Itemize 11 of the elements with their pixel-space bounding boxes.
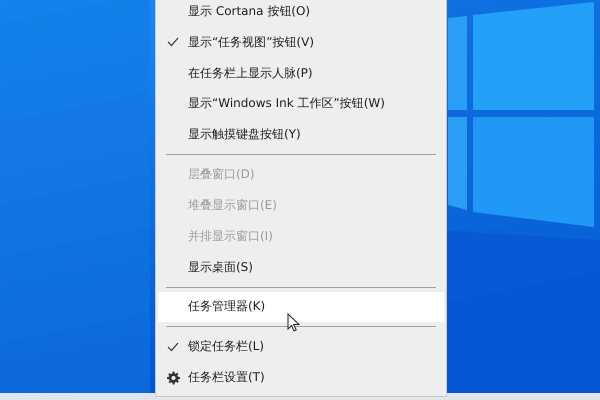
menu-item[interactable]: 显示 Cortana 按钮(O) — [158, 0, 444, 27]
menu-item[interactable]: 锁定任务栏(L) — [158, 331, 444, 362]
menu-item[interactable]: 在任务栏上显示人脉(P) — [158, 58, 444, 89]
menu-item[interactable]: 显示桌面(S) — [158, 252, 444, 283]
cursor-icon — [287, 313, 300, 332]
menu-item[interactable]: 显示“任务视图”按钮(V) — [158, 26, 444, 58]
gear-icon — [167, 371, 180, 384]
menu-item[interactable]: 任务栏设置(T) — [158, 362, 444, 393]
menu-item[interactable]: 显示触摸键盘按钮(Y) — [158, 119, 444, 150]
menu-item[interactable]: 显示“Windows Ink 工作区”按钮(W) — [158, 88, 444, 120]
menu-item[interactable]: 任务管理器(K) — [158, 292, 444, 322]
